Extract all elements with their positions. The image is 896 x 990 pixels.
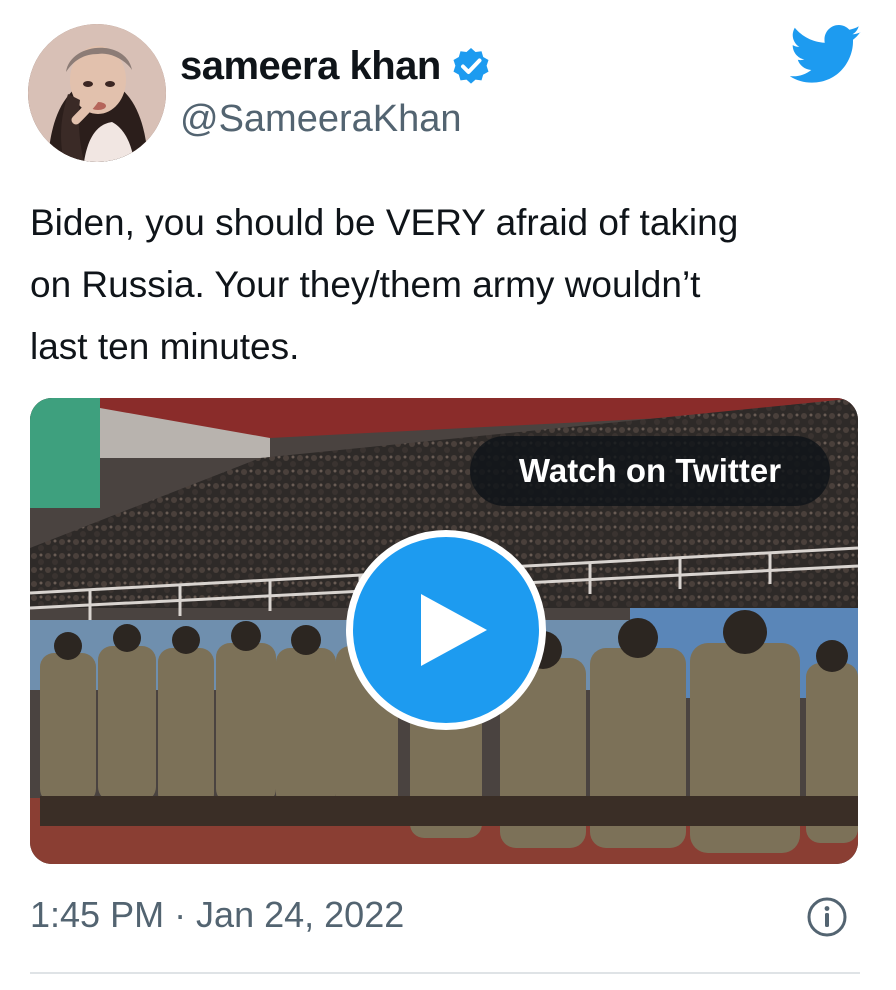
divider <box>30 972 860 974</box>
twitter-bird-icon[interactable] <box>790 24 862 86</box>
author-name-row: sameera khan <box>180 40 491 92</box>
tweet-text: Biden, you should be VERY afraid of taki… <box>30 202 739 367</box>
play-button[interactable] <box>346 530 546 730</box>
tweet-header: sameera khan @SameeraKhan <box>0 0 896 170</box>
author-display-name[interactable]: sameera khan <box>180 44 441 89</box>
info-icon[interactable] <box>806 896 848 938</box>
verified-badge-icon <box>451 46 491 86</box>
tweet-timestamp[interactable]: 1:45 PM · Jan 24, 2022 <box>30 894 404 936</box>
author-handle[interactable]: @SameeraKhan <box>180 98 462 141</box>
watch-on-twitter-button[interactable]: Watch on Twitter <box>470 436 830 506</box>
avatar-photo <box>28 24 166 162</box>
play-icon <box>421 594 487 666</box>
video-media[interactable]: Watch on Twitter <box>30 398 858 864</box>
avatar[interactable] <box>28 24 166 162</box>
